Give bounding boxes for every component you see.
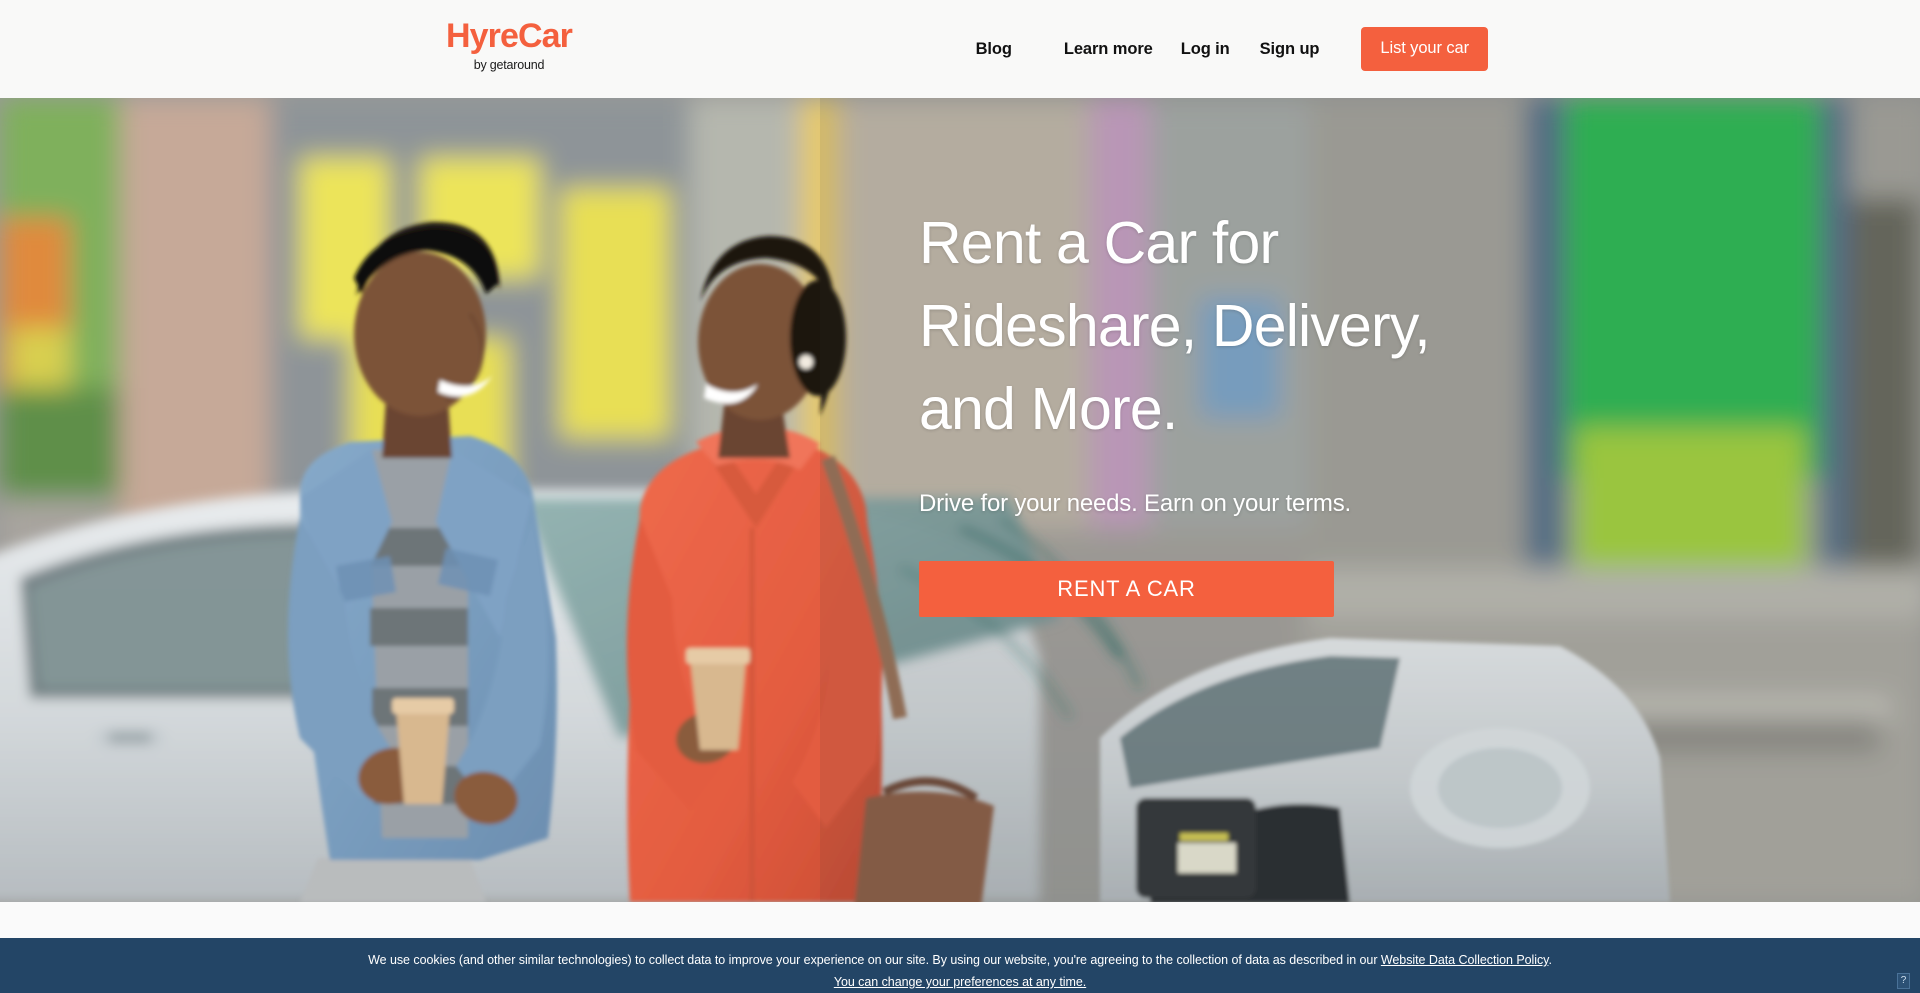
change-preferences-link[interactable]: You can change your preferences at any t… [834,975,1086,989]
cookie-message-text: We use cookies (and other similar techno… [368,953,1381,967]
cookie-banner-message: We use cookies (and other similar techno… [0,953,1920,967]
site-logo[interactable]: HyreCar by getaround [429,16,589,73]
list-your-car-button[interactable]: List your car [1361,27,1488,71]
cookie-preferences-row: You can change your preferences at any t… [0,975,1920,989]
nav-item-log-in[interactable]: Log in [1181,40,1230,59]
hero-headline-line-3: and More. [919,376,1178,442]
primary-navigation: Blog Learn more Log in Sign up List your… [976,0,1488,98]
logo-tagline: by getaround [473,58,545,72]
nav-item-blog[interactable]: Blog [976,40,1012,59]
hero-headline: Rent a Car for Rideshare, Delivery, and … [919,202,1639,451]
logo-wordmark: HyreCar [446,17,573,55]
hero-headline-line-1: Rent a Car for [919,210,1279,276]
website-data-collection-policy-link[interactable]: Website Data Collection Policy [1381,953,1549,967]
hero-subheadline: Drive for your needs. Earn on your terms… [919,490,1351,517]
content-strip [0,902,1920,938]
hero-section: Rent a Car for Rideshare, Delivery, and … [0,98,1920,902]
help-icon[interactable]: ? [1897,973,1910,989]
page-root: HyreCar by getaround Blog Learn more Log… [0,0,1920,993]
hero-content: Rent a Car for Rideshare, Delivery, and … [919,202,1639,617]
hero-headline-line-2: Rideshare, Delivery, [919,293,1431,359]
rent-a-car-button[interactable]: RENT A CAR [919,561,1334,617]
nav-item-sign-up[interactable]: Sign up [1260,40,1320,59]
cookie-message-period: . [1548,953,1552,967]
site-header: HyreCar by getaround Blog Learn more Log… [0,0,1920,98]
nav-item-learn-more[interactable]: Learn more [1064,40,1153,59]
cookie-consent-banner: We use cookies (and other similar techno… [0,938,1920,993]
